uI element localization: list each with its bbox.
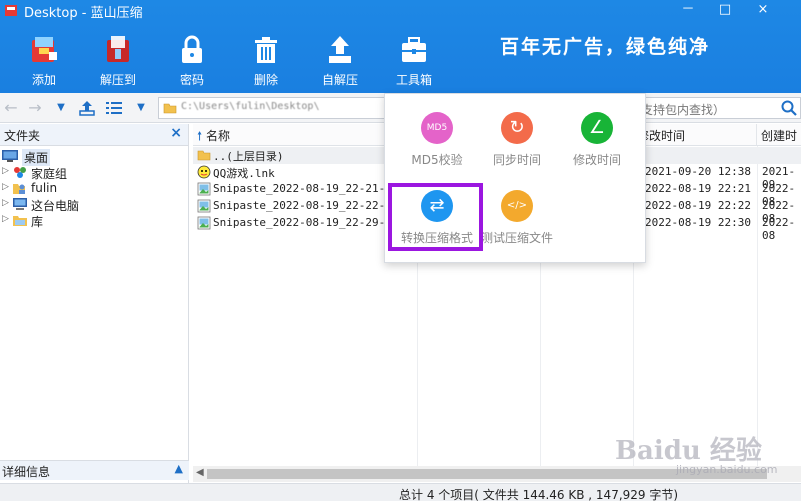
highlight-box (388, 183, 483, 251)
expand-arrow-icon[interactable]: ▷ (2, 182, 9, 192)
close-button[interactable]: × (748, 0, 778, 20)
expand-arrow-icon[interactable]: ▷ (2, 166, 9, 176)
scroll-left-icon[interactable]: ◀ (196, 467, 204, 478)
column-name-label: 名称 (205, 129, 230, 143)
self-extract-label: 自解压 (321, 73, 358, 87)
code-icon: </> (501, 190, 533, 222)
user-folder-icon (13, 184, 25, 194)
status-text: 总计 4 个项目( 文件共 144.46 KB , 147,929 字节) (399, 488, 679, 502)
tree-item-library[interactable]: ▷ 库 (0, 212, 188, 229)
column-created-label: 创建时 (761, 129, 798, 143)
computer-icon (13, 198, 27, 210)
file-created: 2022-08 (762, 216, 796, 242)
expand-arrow-icon[interactable]: ▷ (2, 198, 9, 208)
shortcut-icon (197, 165, 211, 179)
trash-icon (255, 37, 277, 63)
add-button[interactable]: 添加 (14, 34, 74, 90)
path-text: C:\Users\fulin\Desktop\ (181, 101, 320, 112)
edit-time-icon: ∠ (581, 112, 613, 144)
close-panel-icon[interactable]: × (170, 125, 182, 141)
library-icon (13, 216, 27, 226)
detail-info-label: 详细信息 (2, 465, 51, 479)
watermark-url: jingyan.baidu.com (676, 463, 778, 476)
delete-button[interactable]: 删除 (236, 34, 296, 90)
image-file-icon (197, 182, 211, 196)
file-modified: 2022-08-19 22:21 (645, 182, 751, 195)
toolbox-icon (402, 37, 426, 62)
tree-item-fulin[interactable]: ▷ fulin (0, 180, 188, 196)
tree-item-homegroup[interactable]: ▷ 家庭组 (0, 164, 188, 181)
test-archive-label: 测试压缩文件 (480, 231, 553, 245)
expand-arrow-icon[interactable]: ▷ (2, 214, 9, 224)
self-extract-button[interactable]: 自解压 (310, 34, 370, 90)
lock-icon (182, 35, 202, 63)
self-extract-icon (329, 36, 351, 63)
modify-time-label: 修改时间 (572, 153, 621, 167)
toolbar-band: Desktop - 蓝山压缩 － □ × 百年无广告，绿色纯净 添加 解压到 密… (0, 0, 801, 93)
search-placeholder: 支持包内查找） (641, 103, 726, 117)
column-header-modified[interactable]: 修改时间 (633, 124, 757, 146)
folder-panel-title: 文件夹 (4, 129, 41, 143)
toolbox-label: 工具箱 (395, 73, 432, 87)
sync-time-label: 同步时间 (492, 153, 541, 167)
tree-label: 库 (31, 215, 44, 229)
extract-icon (107, 36, 129, 62)
modify-time-item[interactable]: ∠ 修改时间 (552, 112, 642, 168)
file-name: ..(上层目录) (213, 150, 284, 163)
forward-arrow-icon[interactable]: → (26, 99, 44, 117)
app-icon (5, 5, 17, 16)
file-name: QQ游戏.lnk (213, 167, 275, 180)
window-title: Desktop - 蓝山压缩 (24, 6, 143, 21)
tree-label: fulin (31, 181, 58, 195)
image-file-icon (197, 199, 211, 213)
test-archive-item[interactable]: </> 测试压缩文件 (472, 190, 562, 246)
folder-panel-header: 文件夹 × (0, 124, 188, 146)
status-bar: 总计 4 个项目( 文件共 144.46 KB , 147,929 字节) (0, 483, 801, 502)
md5-check-item[interactable]: MD5 MD5校验 (392, 112, 482, 168)
tree-item-desktop[interactable]: 桌面 (0, 148, 188, 166)
folder-panel: 文件夹 × 桌面 ▷ 家庭组 ▷ fulin ▷ 这台电脑 ▷ 库 (0, 124, 189, 484)
file-modified: 2021-09-20 12:38 (645, 165, 751, 178)
up-folder-icon[interactable] (78, 100, 96, 116)
file-name: Snipaste_2022-08-19_22-22-40. (213, 199, 406, 212)
file-name: Snipaste_2022-08-19_22-21-10. (213, 182, 406, 195)
desktop-icon (2, 150, 18, 162)
add-label: 添加 (31, 73, 56, 87)
title-bar: Desktop - 蓝山压缩 － □ × (0, 0, 801, 21)
path-field[interactable]: C:\Users\fulin\Desktop\ (158, 97, 394, 119)
sort-up-icon: 🠕 (197, 129, 203, 143)
file-modified: 2022-08-19 22:30 (645, 216, 751, 229)
watermark: Baidu 经验 (615, 436, 762, 466)
view-dropdown-icon[interactable]: ▼ (132, 99, 150, 117)
slogan: 百年无广告，绿色纯净 (500, 36, 711, 58)
sync-icon: ↻ (501, 112, 533, 144)
extract-button[interactable]: 解压到 (88, 34, 148, 90)
md5-icon: MD5 (421, 112, 453, 144)
sync-time-item[interactable]: ↻ 同步时间 (472, 112, 562, 168)
back-arrow-icon[interactable]: ← (2, 99, 20, 117)
password-label: 密码 (179, 73, 204, 87)
collapse-arrow-icon[interactable]: ▲ (175, 462, 183, 475)
tree-item-this-pc[interactable]: ▷ 这台电脑 (0, 196, 188, 213)
view-list-icon[interactable] (106, 101, 122, 115)
password-button[interactable]: 密码 (162, 34, 222, 90)
search-icon[interactable] (780, 99, 798, 117)
history-dropdown-icon[interactable]: ▼ (52, 99, 70, 117)
parent-folder-icon (197, 150, 211, 161)
file-name: Snipaste_2022-08-19_22-29-36. (213, 216, 406, 229)
detail-info-bar[interactable]: 详细信息 ▲ (0, 460, 189, 480)
delete-label: 删除 (253, 73, 278, 87)
file-modified: 2022-08-19 22:22 (645, 199, 751, 212)
search-field[interactable]: 支持包内查找） (636, 97, 801, 119)
homegroup-icon (14, 167, 26, 178)
image-file-icon (197, 216, 211, 230)
folder-icon (163, 103, 177, 114)
md5-label: MD5校验 (411, 153, 463, 167)
add-archive-icon (32, 37, 57, 62)
minimize-button[interactable]: － (673, 0, 703, 20)
column-header-created[interactable]: 创建时 (757, 124, 801, 146)
extract-label: 解压到 (99, 73, 136, 87)
maximize-button[interactable]: □ (710, 0, 740, 20)
toolbox-button[interactable]: 工具箱 (384, 34, 444, 90)
